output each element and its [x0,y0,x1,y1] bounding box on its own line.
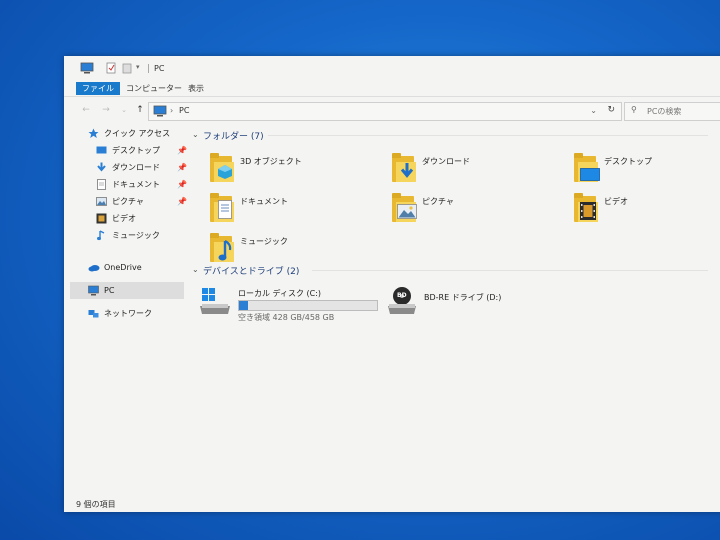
folder-label: ミュージック [240,237,288,246]
folder-label: ダウンロード [422,157,470,166]
collapse-chevron-icon[interactable]: ⌄ [192,130,199,139]
document-icon [218,200,232,219]
search-placeholder: PCの検索 [647,107,682,116]
forward-arrow-icon[interactable]: → [100,104,112,116]
drive-free-space: 空き領域 428 GB/458 GB [238,313,335,322]
folder-label: ピクチャ [422,197,454,206]
drive-local-disk-c[interactable] [200,286,232,316]
document-icon [96,179,107,190]
sidebar-item-label: ミュージック [112,231,160,240]
breadcrumb[interactable]: PC [179,106,189,115]
folder-desktop[interactable] [572,152,602,184]
title-bar: ▾ PC [64,56,720,80]
ribbon-tabs: ファイル コンピューター 表示 [64,80,720,97]
folder-documents[interactable] [208,192,238,224]
disc-label: BD [397,292,407,299]
picture-icon [96,196,107,207]
star-icon [88,128,99,139]
content-pane: ⌄ フォルダー (7) 3D オブジェクト ダウンロード デスクトップ ドキュメ… [186,122,720,496]
folder-label: ドキュメント [240,197,288,206]
desktop-icon [580,168,600,181]
section-divider [312,270,708,271]
back-arrow-icon[interactable]: ← [80,104,92,116]
folder-label: ビデオ [604,197,628,206]
breadcrumb-chevron-icon[interactable]: › [170,106,173,115]
status-bar: 9 個の項目 [64,496,720,512]
section-header-drives[interactable]: デバイスとドライブ (2) [203,264,299,277]
refresh-icon[interactable]: ↻ [607,105,615,115]
address-dropdown-icon[interactable]: ⌄ [590,106,597,115]
sidebar-item-label: ネットワーク [104,309,152,318]
explorer-window: ▾ PC ファイル コンピューター 表示 ← → ⌄ ↑ › PC ⌄ ↻ ⚲ … [64,56,720,512]
tab-computer[interactable]: コンピューター [120,82,188,95]
picture-icon [397,204,417,219]
new-folder-icon[interactable] [122,62,132,74]
properties-icon[interactable] [106,62,116,74]
sidebar-item-label: デスクトップ [112,146,160,155]
download-icon [96,162,107,173]
music-icon [96,230,107,241]
cloud-icon [88,262,100,273]
folder-pictures[interactable] [390,192,420,224]
drive-label: BD-RE ドライブ (D:) [424,293,502,302]
folder-label: 3D オブジェクト [240,157,302,166]
video-icon [580,202,596,220]
section-divider [268,135,708,136]
folder-downloads[interactable] [390,152,420,184]
music-icon [218,240,232,261]
sidebar-item-label: クイック アクセス [104,129,171,138]
customize-toolbar-icon[interactable]: ▾ [136,63,144,75]
address-bar[interactable]: › PC ⌄ ↻ [148,102,622,121]
search-input[interactable]: ⚲ PCの検索 [624,102,720,121]
sidebar-item-label: OneDrive [104,263,142,272]
desktop-icon [96,145,107,156]
tab-file[interactable]: ファイル [76,82,120,95]
item-count: 9 個の項目 [76,500,116,509]
computer-icon [153,105,167,119]
search-icon: ⚲ [631,105,637,114]
title-separator [148,64,149,73]
sidebar-item-label: ドキュメント [112,180,160,189]
drive-usage-bar [238,300,378,311]
sidebar-item-label: ビデオ [112,214,136,223]
computer-icon [80,62,94,74]
folder-videos[interactable] [572,192,602,224]
recent-locations-icon[interactable]: ⌄ [118,104,130,116]
up-arrow-icon[interactable]: ↑ [134,104,146,116]
video-icon [96,213,107,224]
folder-label: デスクトップ [604,157,652,166]
navigation-pane: クイック アクセス デスクトップ 📌 ダウンロード 📌 ドキュメント 📌 ピクチ… [64,122,187,496]
tab-view[interactable]: 表示 [182,82,210,95]
drive-bd-re-d[interactable]: BD [386,286,418,316]
navigation-bar: ← → ⌄ ↑ › PC ⌄ ↻ ⚲ PCの検索 [64,100,720,122]
window-title: PC [154,64,165,73]
network-icon [88,308,99,319]
computer-icon [88,285,99,296]
drive-usage-fill [239,301,249,310]
sidebar-item-label: PC [104,286,115,295]
collapse-chevron-icon[interactable]: ⌄ [192,265,199,274]
download-icon [400,163,414,178]
drive-label: ローカル ディスク (C:) [238,289,322,298]
3d-objects-icon [218,165,232,179]
sidebar-item-label: ピクチャ [112,197,144,206]
sidebar-item-label: ダウンロード [112,163,160,172]
windows-drive-icon [200,288,230,314]
optical-drive-icon [388,287,416,314]
folder-music[interactable] [208,232,238,264]
folder-3d-objects[interactable] [208,152,238,184]
section-header-folders[interactable]: フォルダー (7) [203,129,264,142]
